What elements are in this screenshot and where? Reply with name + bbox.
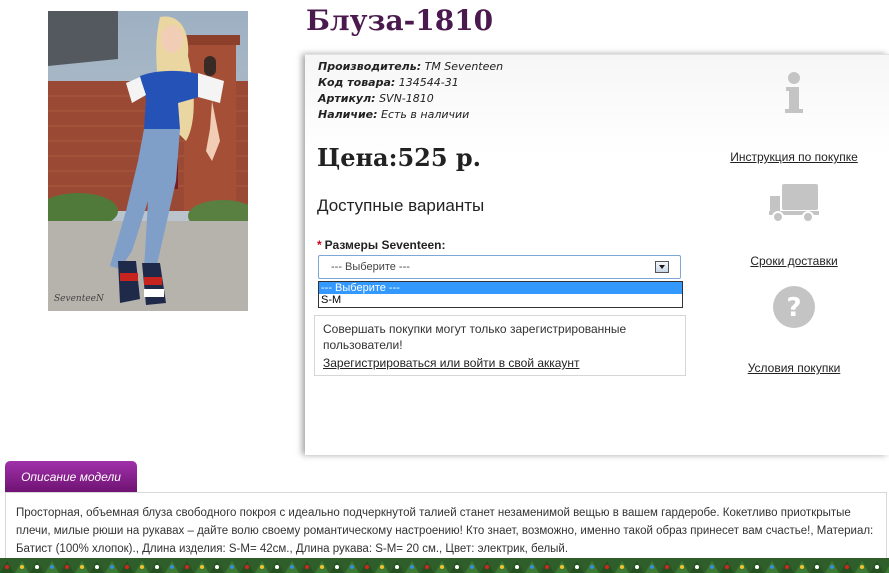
info-icon bbox=[785, 72, 803, 113]
size-option-s-m[interactable]: S-M bbox=[319, 294, 682, 306]
question-icon: ? bbox=[773, 286, 815, 328]
sidebar-link-delivery[interactable]: Сроки доставки bbox=[719, 254, 869, 268]
spec-product-code: Код товара: 134544-31 bbox=[318, 76, 459, 89]
spec-manufacturer: Производитель: TM Seventeen bbox=[318, 60, 504, 73]
sidebar-item-delivery[interactable]: Сроки доставки bbox=[719, 182, 869, 268]
photo-watermark: SeventeeN bbox=[54, 294, 105, 304]
truck-icon bbox=[769, 184, 819, 223]
decorative-garland bbox=[0, 558, 889, 573]
product-title: Блуза-1810 bbox=[306, 4, 494, 37]
size-option-placeholder[interactable]: --- Выберите --- bbox=[319, 282, 682, 294]
sidebar-link-terms[interactable]: Условия покупки bbox=[719, 361, 869, 375]
spec-availability: Наличие: Есть в наличии bbox=[318, 108, 470, 121]
product-photo[interactable]: SeventeeN bbox=[48, 11, 248, 311]
tab-description[interactable]: Описание модели bbox=[5, 461, 137, 493]
sidebar-item-instructions[interactable]: Инструкция по покупке bbox=[719, 71, 869, 164]
svg-text:?: ? bbox=[786, 293, 801, 323]
product-specs: Производитель: TM Seventeen Код товара: … bbox=[318, 59, 503, 123]
product-photo-drawing: SeventeeN bbox=[48, 11, 248, 311]
size-dropdown-list[interactable]: --- Выберите --- S-M bbox=[318, 281, 683, 308]
chevron-down-icon[interactable] bbox=[655, 261, 669, 273]
login-link[interactable]: Зарегистрироваться или войти в свой акка… bbox=[323, 355, 677, 371]
size-select-value: --- Выберите --- bbox=[331, 261, 410, 273]
login-notice-text: Совершать покупки могут только зарегистр… bbox=[323, 322, 627, 352]
product-price: Цена:525 р. bbox=[317, 143, 482, 172]
variants-heading: Доступные варианты bbox=[317, 196, 485, 215]
sidebar-item-terms[interactable]: ? Условия покупки bbox=[719, 284, 869, 375]
required-mark: * bbox=[317, 238, 322, 252]
size-option-label: * Размеры Seventeen: bbox=[317, 238, 446, 252]
size-select[interactable]: --- Выберите --- bbox=[318, 255, 681, 279]
login-notice: Совершать покупки могут только зарегистр… bbox=[314, 315, 686, 376]
product-description: Просторная, объемная блуза свободного по… bbox=[5, 492, 887, 561]
product-info-panel: Производитель: TM Seventeen Код товара: … bbox=[305, 54, 889, 455]
spec-article: Артикул: SVN-1810 bbox=[318, 92, 434, 105]
sidebar-link-instructions[interactable]: Инструкция по покупке bbox=[719, 150, 869, 164]
